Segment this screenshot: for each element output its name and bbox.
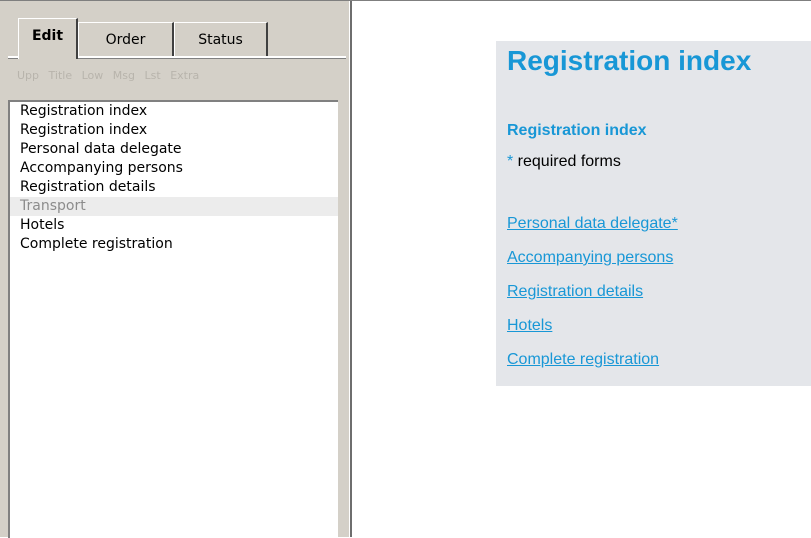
tab-edit-label: Edit bbox=[31, 28, 64, 44]
link-personal-data-delegate[interactable]: Personal data delegate* bbox=[507, 215, 678, 249]
tab-order[interactable]: Order bbox=[78, 22, 174, 56]
page-title: Registration index bbox=[507, 45, 752, 76]
page-listbox[interactable]: Registration index Registration index Pe… bbox=[8, 100, 338, 538]
tab-order-label: Order bbox=[105, 32, 146, 48]
panel-edge-highlight bbox=[349, 1, 350, 537]
editor-sidebar: Edit Order Status Upp Title Low Msg Lst … bbox=[0, 1, 352, 538]
tab-status[interactable]: Status bbox=[174, 22, 268, 56]
list-item[interactable]: Registration details bbox=[10, 178, 338, 197]
link-hotels[interactable]: Hotels bbox=[507, 317, 678, 351]
toolbar-lst-button[interactable]: Lst bbox=[145, 69, 161, 82]
page-subtitle: Registration index bbox=[507, 122, 647, 139]
link-registration-details[interactable]: Registration details bbox=[507, 283, 678, 317]
link-accompanying-persons[interactable]: Accompanying persons bbox=[507, 249, 678, 283]
link-complete-registration[interactable]: Complete registration bbox=[507, 351, 678, 385]
toolbar-title-button[interactable]: Title bbox=[49, 69, 73, 82]
list-item[interactable]: Accompanying persons bbox=[10, 159, 338, 178]
form-links: Personal data delegate* Accompanying per… bbox=[507, 215, 678, 385]
required-note: * required forms bbox=[507, 153, 621, 171]
tab-status-label: Status bbox=[198, 32, 243, 48]
list-item-disabled[interactable]: Transport bbox=[10, 197, 338, 216]
tab-strip: Edit Order Status bbox=[8, 18, 346, 59]
list-item[interactable]: Hotels bbox=[10, 216, 338, 235]
list-item[interactable]: Registration index bbox=[10, 121, 338, 140]
list-item[interactable]: Complete registration bbox=[10, 235, 338, 254]
item-toolbar: Upp Title Low Msg Lst Extra bbox=[17, 69, 205, 87]
page-preview: Registration index Registration index * … bbox=[496, 41, 811, 386]
toolbar-msg-button[interactable]: Msg bbox=[113, 69, 135, 82]
tab-edit[interactable]: Edit bbox=[18, 18, 78, 59]
toolbar-extra-button[interactable]: Extra bbox=[170, 69, 199, 82]
toolbar-upp-button[interactable]: Upp bbox=[17, 69, 39, 82]
toolbar-low-button[interactable]: Low bbox=[82, 69, 104, 82]
list-item[interactable]: Registration index bbox=[10, 102, 338, 121]
required-text: required forms bbox=[513, 153, 621, 170]
list-item[interactable]: Personal data delegate bbox=[10, 140, 338, 159]
panel-edge bbox=[350, 1, 352, 537]
